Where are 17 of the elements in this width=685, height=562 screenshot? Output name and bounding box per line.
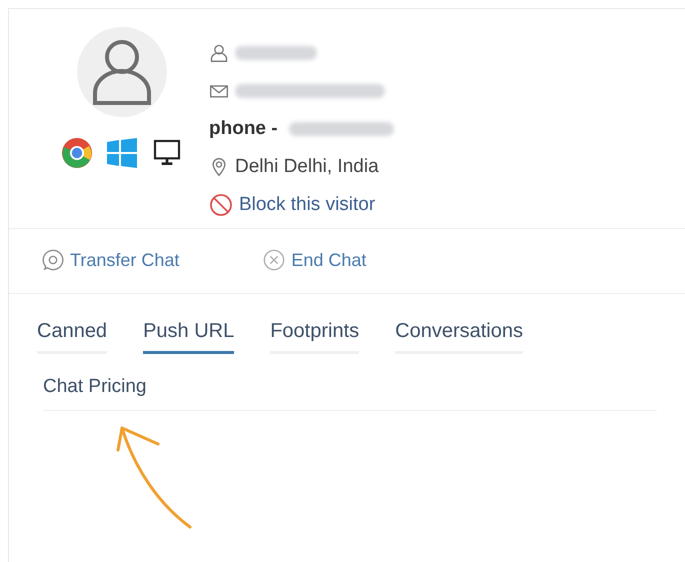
tab[interactable]: Footprints (270, 320, 360, 354)
user-icon (209, 42, 229, 62)
phone-label: phone - (209, 118, 279, 140)
person-icon (91, 37, 153, 107)
end-chat-button[interactable]: End Chat (263, 249, 366, 271)
url-item[interactable]: Chat Pricing (43, 372, 657, 411)
close-icon (263, 249, 286, 271)
transfer-chat-button[interactable]: Transfer Chat (42, 249, 180, 271)
location-text: Delhi Delhi, India (235, 156, 379, 178)
tab[interactable]: Canned (37, 320, 108, 354)
chat-bubble-icon (42, 249, 64, 271)
block-visitor-link[interactable]: Block this visitor (239, 194, 376, 216)
windows-icon (107, 138, 137, 168)
tab[interactable]: Conversations (395, 320, 523, 354)
tab[interactable]: Push URL (143, 320, 234, 354)
block-icon (209, 192, 233, 216)
browser-icon (61, 137, 93, 169)
